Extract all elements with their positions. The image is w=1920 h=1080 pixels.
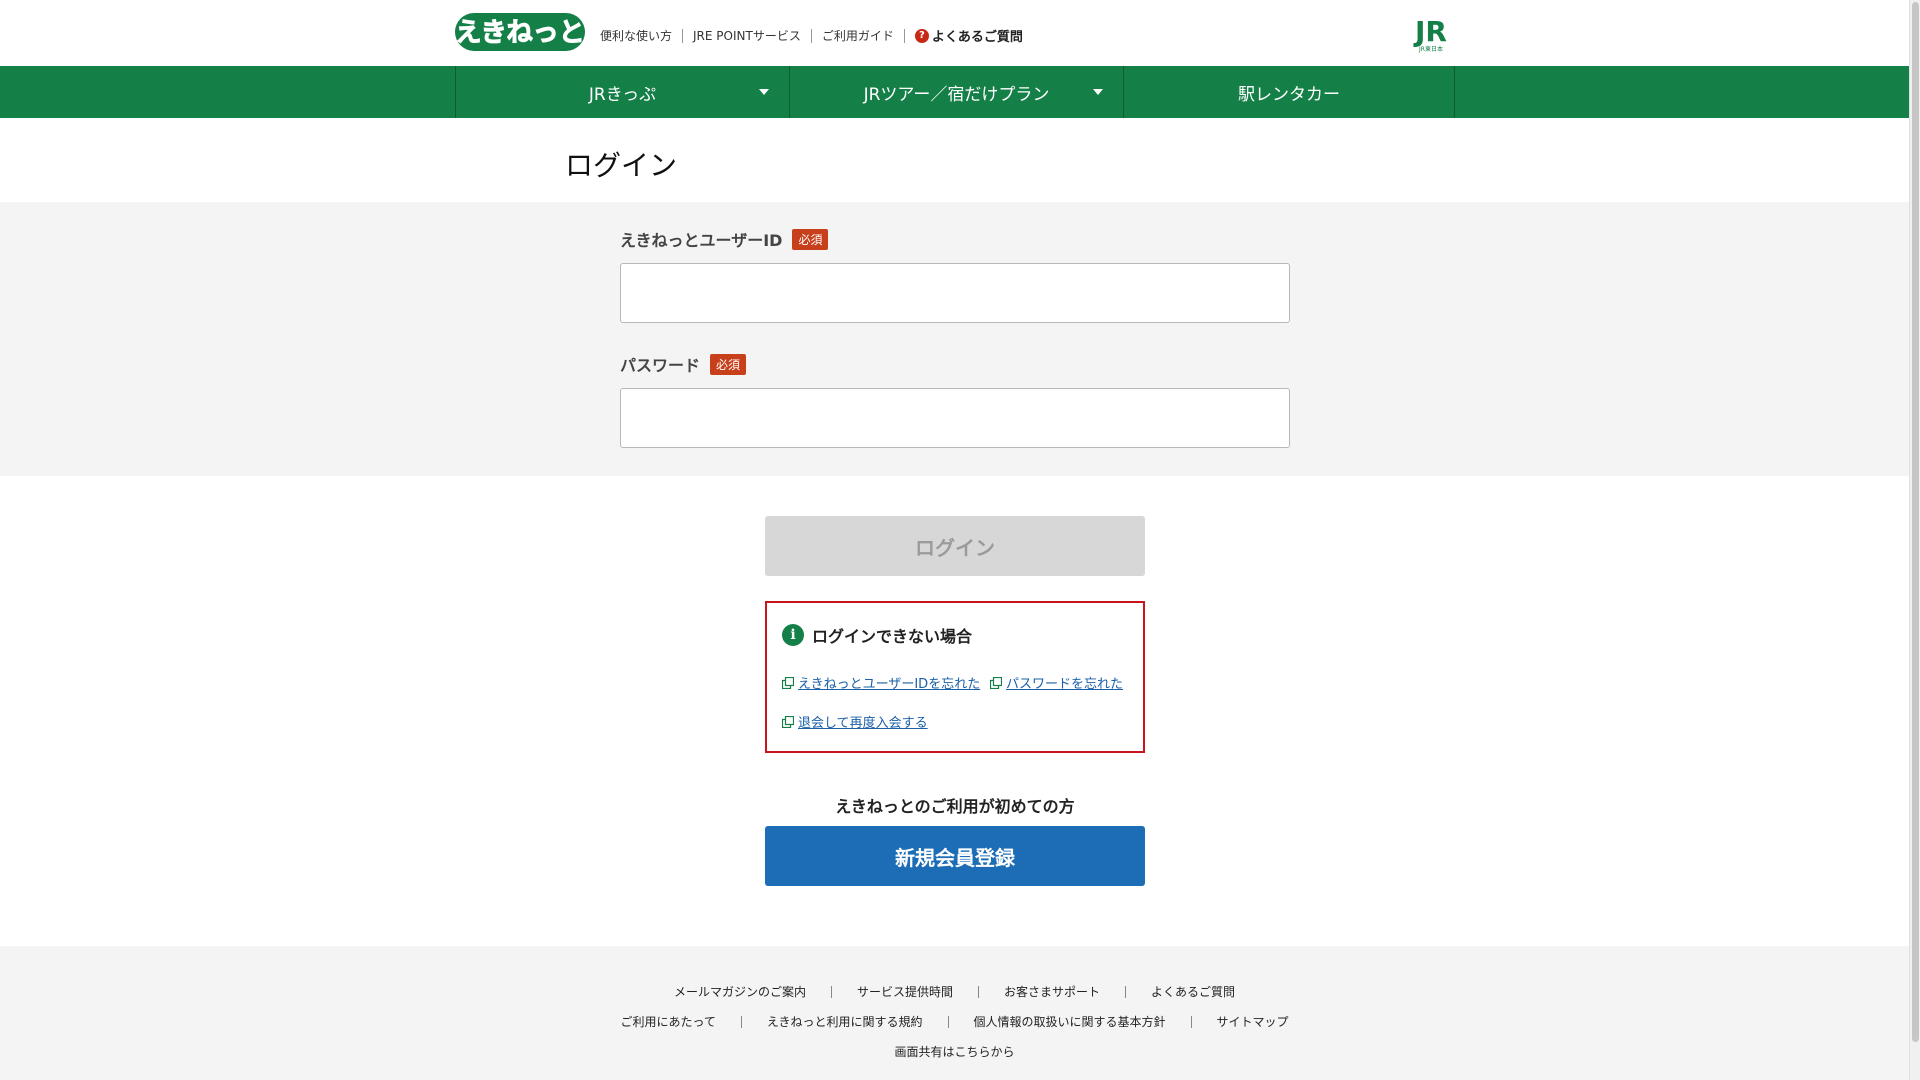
nav-jr-tickets[interactable]: JRきっぷ (455, 66, 789, 118)
footer-link[interactable]: えきねっと利用に関する規約 (767, 1013, 923, 1030)
nav-jr-tour[interactable]: JRツアー／宿だけプラン (789, 66, 1123, 118)
login-help-box: i ログインできない場合 えきねっとユーザーIDを忘れた パスワードを忘れた 退… (765, 601, 1145, 753)
footer-row-3: 画面共有はこちらから (0, 1043, 1909, 1060)
footer-link[interactable]: メールマガジンのご案内 (674, 983, 806, 1000)
help-heading-text: ログインできない場合 (812, 627, 973, 646)
footer-link[interactable]: お客さまサポート (1004, 983, 1100, 1000)
user-id-label: えきねっとユーザーID 必須 (620, 227, 829, 251)
login-form: えきねっとユーザーID 必須 パスワード 必須 (0, 202, 1909, 476)
external-window-icon (990, 676, 1002, 689)
jr-logo-text: JR (1413, 15, 1447, 48)
divider (978, 985, 979, 998)
faq-label: よくあるご質問 (931, 30, 1023, 45)
utility-links: 便利な使い方 JRE POINTサービス ご利用ガイド ? よくあるご質問 (600, 26, 1023, 45)
jr-logo-sub: JR東日本 (1418, 45, 1443, 53)
nav-divider (1454, 66, 1455, 118)
footer-link[interactable]: 個人情報の取扱いに関する基本方針 (974, 1013, 1166, 1030)
site-footer: メールマガジンのご案内 サービス提供時間 お客さまサポート よくあるご質問 ご利… (0, 946, 1909, 1080)
divider (903, 28, 905, 43)
caret-down-icon (1093, 89, 1103, 95)
jr-east-logo[interactable]: JR JR東日本 (1407, 15, 1455, 53)
vertical-scrollbar[interactable] (1909, 0, 1920, 1080)
withdraw-rejoin-link[interactable]: 退会して再度入会する (782, 712, 928, 731)
first-time-prompt: えきねっとのご利用が初めての方 (835, 797, 1075, 816)
external-window-icon (782, 715, 794, 728)
footer-link[interactable]: サイトマップ (1217, 1013, 1289, 1030)
external-window-icon (782, 676, 794, 689)
divider (740, 1015, 742, 1028)
divider (830, 985, 832, 998)
footer-link[interactable]: ご利用にあたって (620, 1013, 715, 1030)
divider (682, 28, 684, 43)
login-button[interactable]: ログイン (765, 516, 1145, 576)
link-how-to-use[interactable]: 便利な使い方 (600, 27, 672, 44)
link-text: 退会して再度入会する (798, 716, 928, 731)
nav-label: 駅レンタカー (1238, 84, 1340, 105)
nav-rent-a-car[interactable]: 駅レンタカー (1123, 66, 1454, 118)
divider (1125, 985, 1127, 998)
forgot-password-link[interactable]: パスワードを忘れた (990, 673, 1123, 692)
link-usage-guide[interactable]: ご利用ガイド (822, 27, 894, 44)
main-nav: JRきっぷ JRツアー／宿だけプラン 駅レンタカー (0, 66, 1909, 118)
scrollbar-thumb[interactable] (1912, 2, 1919, 1042)
link-text: えきねっとユーザーIDを忘れた (798, 677, 981, 692)
link-text: パスワードを忘れた (1006, 677, 1124, 692)
footer-row-2: ご利用にあたって えきねっと利用に関する規約 個人情報の取扱いに関する基本方針 … (0, 1013, 1909, 1030)
logo-text: えきねっと (455, 18, 584, 48)
footer-link[interactable]: よくあるご質問 (1151, 983, 1235, 1000)
link-faq[interactable]: ? よくあるご質問 (914, 26, 1023, 45)
required-badge: 必須 (792, 228, 829, 250)
page-title: ログイン (565, 149, 678, 182)
caret-down-icon (759, 89, 769, 95)
password-label-text: パスワード (620, 356, 701, 375)
site-header: えきねっと 便利な使い方 JRE POINTサービス ご利用ガイド ? よくある… (0, 0, 1909, 66)
footer-row-1: メールマガジンのご案内 サービス提供時間 お客さまサポート よくあるご質問 (0, 983, 1909, 1000)
link-jre-point[interactable]: JRE POINTサービス (693, 27, 801, 44)
password-label: パスワード 必須 (620, 352, 747, 376)
password-input[interactable] (620, 388, 1290, 448)
nav-label: JRツアー／宿だけプラン (863, 84, 1050, 105)
help-heading: i ログインできない場合 (782, 623, 972, 647)
forgot-user-id-link[interactable]: えきねっとユーザーIDを忘れた (782, 673, 980, 692)
register-button[interactable]: 新規会員登録 (765, 826, 1145, 886)
divider (810, 28, 812, 43)
info-icon: i (782, 624, 804, 646)
divider (947, 1015, 949, 1028)
user-id-label-text: えきねっとユーザーID (620, 231, 783, 250)
nav-label: JRきっぷ (588, 84, 657, 105)
screen-share-link[interactable]: 画面共有はこちらから (894, 1043, 1014, 1060)
question-icon: ? (914, 28, 929, 43)
required-badge: 必須 (710, 353, 747, 375)
ekinet-logo[interactable]: えきねっと (455, 11, 585, 53)
user-id-input[interactable] (620, 263, 1290, 323)
divider (1190, 1015, 1192, 1028)
footer-link[interactable]: サービス提供時間 (857, 983, 953, 1000)
